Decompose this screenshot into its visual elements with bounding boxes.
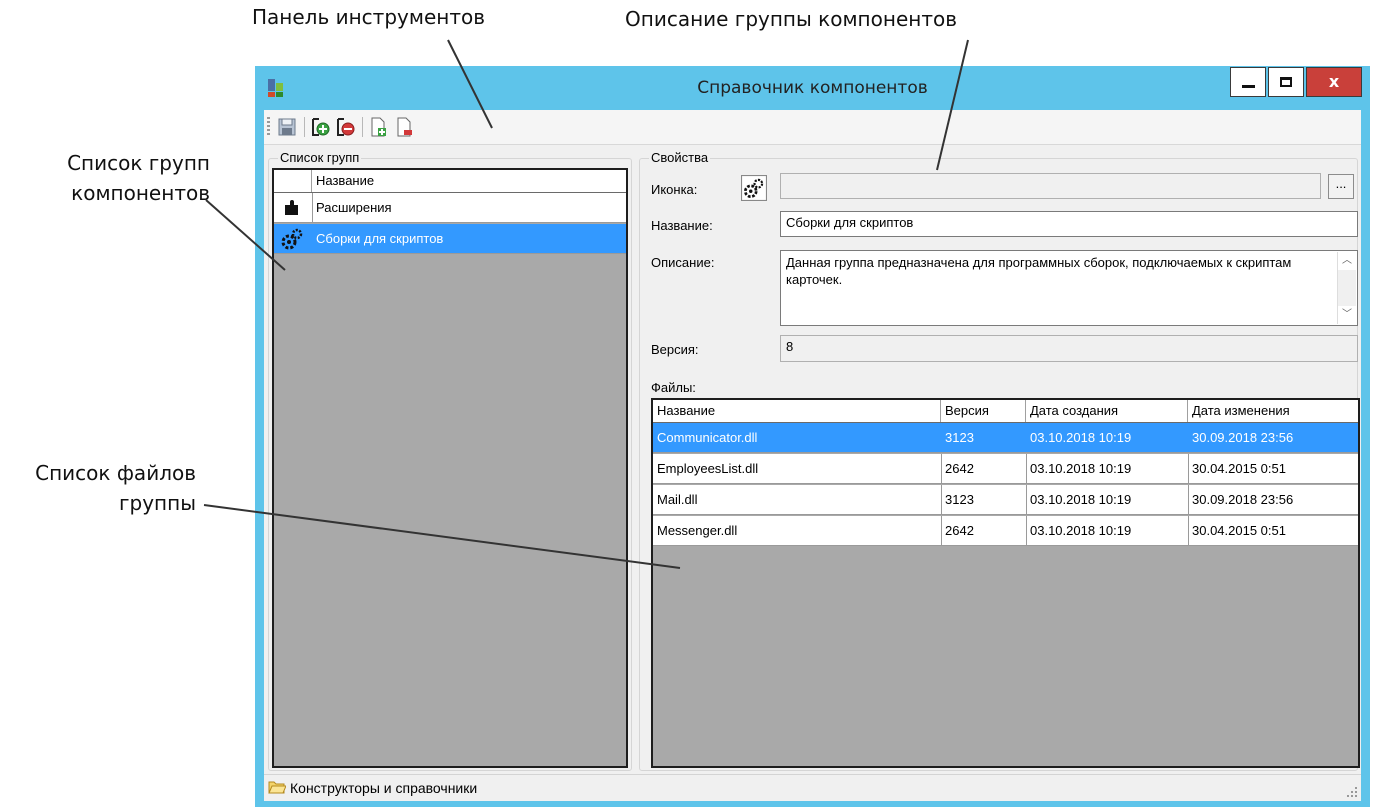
name-field[interactable]: Сборки для скриптов bbox=[780, 211, 1358, 237]
remove-group-icon[interactable] bbox=[334, 116, 356, 138]
gears-icon bbox=[281, 228, 303, 250]
description-field[interactable]: Данная группа предназначена для программ… bbox=[780, 250, 1358, 326]
description-label: Описание: bbox=[651, 255, 715, 270]
description-text: Данная группа предназначена для программ… bbox=[786, 255, 1292, 287]
status-text: Конструкторы и справочники bbox=[290, 780, 478, 796]
annotation-group-list-line2: компонентов bbox=[71, 181, 210, 205]
scroll-up-icon[interactable]: ︿ bbox=[1338, 252, 1356, 270]
file-version-cell: 2642 bbox=[945, 523, 974, 538]
groups-grid[interactable]: Название Расширения Сборки для скриптов bbox=[272, 168, 628, 768]
groups-row-name: Расширения bbox=[316, 200, 392, 215]
puzzle-icon bbox=[285, 200, 298, 215]
folder-icon bbox=[268, 781, 286, 794]
file-version-cell: 2642 bbox=[945, 461, 974, 476]
version-label: Версия: bbox=[651, 342, 699, 357]
annotation-group-list: Список групп компонентов bbox=[40, 148, 210, 208]
description-scrollbar[interactable]: ︿ ﹀ bbox=[1337, 252, 1356, 324]
annotation-group-list-line1: Список групп bbox=[67, 151, 210, 175]
minimize-icon bbox=[1242, 85, 1255, 88]
groups-row-extensions[interactable]: Расширения bbox=[274, 193, 626, 223]
groups-row-script-assemblies[interactable]: Сборки для скриптов bbox=[274, 224, 626, 254]
files-row[interactable]: Messenger.dll 2642 03.10.2018 10:19 30.0… bbox=[653, 516, 1358, 546]
resize-grip-icon[interactable] bbox=[1346, 786, 1358, 798]
file-name-cell: Mail.dll bbox=[657, 492, 698, 507]
file-name-cell: Communicator.dll bbox=[657, 430, 758, 445]
save-icon[interactable] bbox=[276, 116, 298, 138]
toolbar-separator bbox=[362, 117, 363, 137]
files-header-modified[interactable]: Дата изменения bbox=[1188, 400, 1358, 422]
maximize-icon bbox=[1280, 77, 1292, 87]
files-header-created[interactable]: Дата создания bbox=[1026, 400, 1188, 422]
files-header-name[interactable]: Название bbox=[653, 400, 941, 422]
file-created-cell: 03.10.2018 10:19 bbox=[1030, 492, 1132, 507]
icon-label: Иконка: bbox=[651, 182, 698, 197]
files-label: Файлы: bbox=[651, 380, 696, 395]
components-window: Справочник компонентов x Список групп На… bbox=[255, 66, 1370, 807]
add-group-icon[interactable] bbox=[309, 116, 331, 138]
annotation-files-list-line1: Список файлов bbox=[35, 461, 196, 485]
groups-row-name: Сборки для скриптов bbox=[316, 231, 444, 246]
files-header-version[interactable]: Версия bbox=[941, 400, 1026, 422]
icon-path-field[interactable] bbox=[780, 173, 1321, 199]
properties-groupbox-title: Свойства bbox=[649, 150, 711, 165]
minimize-button[interactable] bbox=[1230, 67, 1266, 97]
groups-groupbox: Список групп Название Расширения Сборки … bbox=[268, 150, 632, 771]
files-row[interactable]: Mail.dll 3123 03.10.2018 10:19 30.09.201… bbox=[653, 485, 1358, 515]
status-bar: Конструкторы и справочники bbox=[264, 774, 1361, 801]
groups-grid-header: Название bbox=[274, 170, 626, 193]
file-name-cell: EmployeesList.dll bbox=[657, 461, 759, 476]
files-grid-header: Название Версия Дата создания Дата измен… bbox=[653, 400, 1358, 423]
annotation-files-list: Список файлов группы bbox=[30, 458, 196, 518]
close-button[interactable]: x bbox=[1306, 67, 1362, 97]
file-created-cell: 03.10.2018 10:19 bbox=[1030, 523, 1132, 538]
toolbar-separator bbox=[304, 117, 305, 137]
name-label: Название: bbox=[651, 218, 713, 233]
window-title: Справочник компонентов bbox=[697, 78, 928, 98]
file-modified-cell: 30.09.2018 23:56 bbox=[1192, 492, 1294, 507]
groups-header-name[interactable]: Название bbox=[312, 170, 626, 192]
version-field[interactable]: 8 bbox=[780, 335, 1358, 362]
files-row[interactable]: Communicator.dll 3123 03.10.2018 10:19 3… bbox=[653, 423, 1358, 453]
files-grid[interactable]: Название Версия Дата создания Дата измен… bbox=[651, 398, 1360, 768]
annotation-toolbar: Панель инструментов bbox=[252, 5, 485, 29]
file-modified-cell: 30.09.2018 23:56 bbox=[1192, 430, 1294, 445]
add-file-icon[interactable] bbox=[368, 116, 390, 138]
annotation-group-description: Описание группы компонентов bbox=[625, 7, 957, 31]
toolbar-grip[interactable] bbox=[267, 117, 270, 137]
browse-button[interactable]: ... bbox=[1328, 174, 1354, 199]
file-modified-cell: 30.04.2015 0:51 bbox=[1192, 461, 1286, 476]
file-name-cell: Messenger.dll bbox=[657, 523, 738, 538]
toolbar bbox=[264, 110, 1361, 145]
properties-groupbox: Свойства Иконка: ... Название: Сборки дл… bbox=[639, 150, 1360, 771]
groups-groupbox-title: Список групп bbox=[278, 150, 362, 165]
file-created-cell: 03.10.2018 10:19 bbox=[1030, 430, 1132, 445]
annotation-files-list-line2: группы bbox=[119, 491, 196, 515]
groups-header-icon-cell bbox=[274, 170, 312, 192]
title-bar[interactable]: Справочник компонентов x bbox=[255, 66, 1370, 110]
file-version-cell: 3123 bbox=[945, 492, 974, 507]
maximize-button[interactable] bbox=[1268, 67, 1304, 97]
files-row[interactable]: EmployeesList.dll 2642 03.10.2018 10:19 … bbox=[653, 454, 1358, 484]
file-version-cell: 3123 bbox=[945, 430, 974, 445]
scroll-down-icon[interactable]: ﹀ bbox=[1338, 306, 1356, 324]
window-client: Список групп Название Расширения Сборки … bbox=[264, 110, 1361, 801]
remove-file-icon[interactable] bbox=[394, 116, 416, 138]
gears-icon bbox=[741, 175, 767, 201]
file-created-cell: 03.10.2018 10:19 bbox=[1030, 461, 1132, 476]
file-modified-cell: 30.04.2015 0:51 bbox=[1192, 523, 1286, 538]
